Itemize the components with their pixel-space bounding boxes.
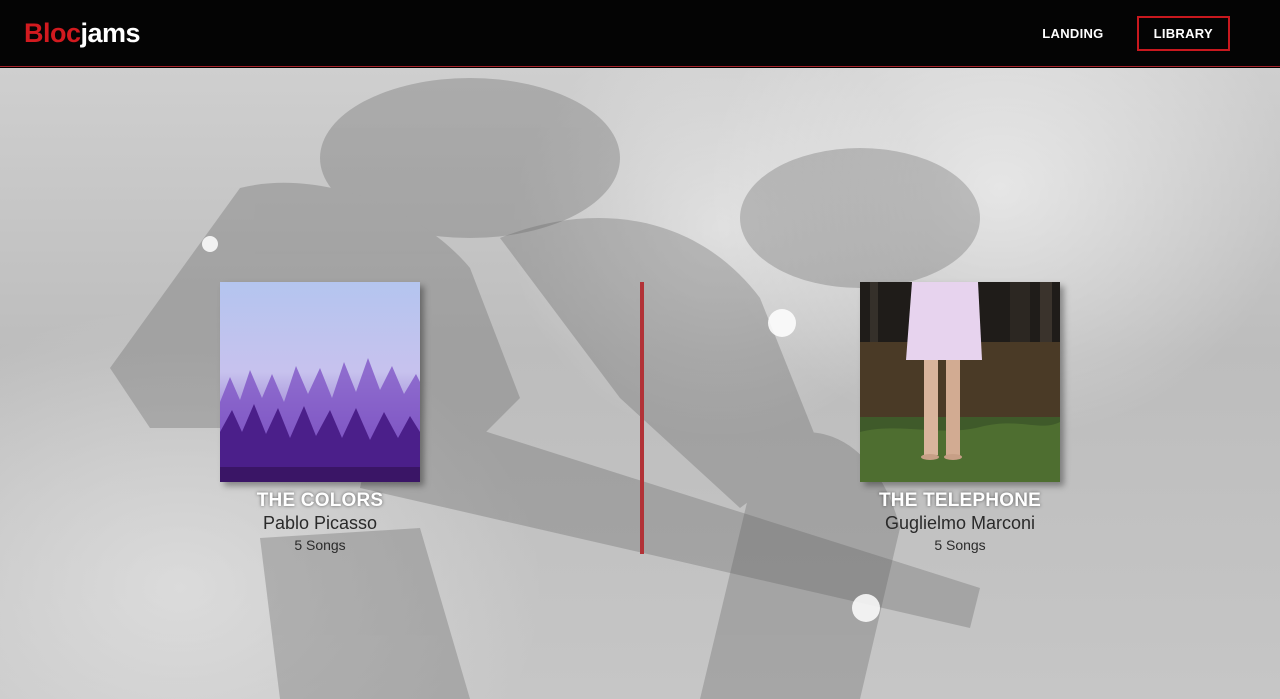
nav-links: LANDING LIBRARY	[1025, 15, 1230, 51]
top-navbar: Blocjams LANDING LIBRARY	[0, 0, 1280, 67]
forest-cover-art	[220, 282, 420, 482]
bloc-jams-logo[interactable]: Blocjams	[24, 17, 141, 49]
nav-landing-link[interactable]: LANDING	[1025, 16, 1120, 51]
album-card-the-telephone[interactable]: THE TELEPHONE Guglielmo Marconi 5 Songs	[860, 282, 1060, 553]
logo-jams: jams	[80, 17, 141, 48]
album-artist: Pablo Picasso	[262, 513, 378, 533]
album-cover-the-colors[interactable]	[220, 282, 420, 482]
library-background: THE COLORS Pablo Picasso 5 Songs THE TEL…	[0, 68, 1280, 699]
album-artist: Guglielmo Marconi	[884, 513, 1036, 533]
album-cover-the-telephone[interactable]	[860, 282, 1060, 482]
album-card-the-colors[interactable]: THE COLORS Pablo Picasso 5 Songs	[220, 282, 420, 553]
logo-bloc: Bloc	[24, 17, 81, 48]
girl-in-forest-cover-art	[860, 282, 1060, 482]
album-title: THE COLORS	[256, 490, 384, 511]
album-song-count: 5 Songs	[294, 537, 346, 553]
album-title: THE TELEPHONE	[878, 490, 1041, 511]
album-song-count: 5 Songs	[934, 537, 986, 553]
album-divider	[640, 282, 644, 554]
nav-library-link[interactable]: LIBRARY	[1136, 15, 1230, 51]
